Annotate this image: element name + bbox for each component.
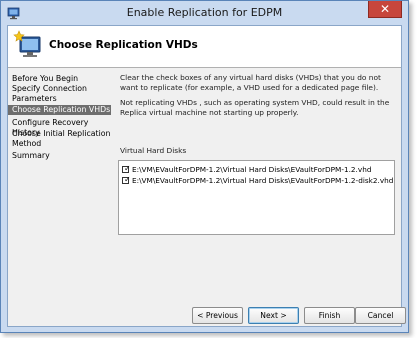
vhd-checkbox[interactable]: ✓ (122, 174, 131, 184)
finish-button[interactable]: Finish (304, 307, 355, 324)
checkmark-icon: ✓ (124, 163, 131, 173)
vhd-list: ✓ E:\VM\EVaultForDPM-1.2\Virtual Hard Di… (118, 160, 395, 235)
vhd-list-label: Virtual Hard Disks (120, 146, 187, 155)
wizard-steps-sidebar: Before You Begin Specify Connection Para… (8, 68, 111, 326)
next-button[interactable]: Next > (248, 307, 299, 324)
vhd-list-item[interactable]: ✓ E:\VM\EVaultForDPM-1.2\Virtual Hard Di… (122, 175, 393, 185)
sidebar-item-choose-replication-vhds[interactable]: Choose Replication VHDs (8, 105, 111, 115)
warning-text: Not replicating VHDs , such as operating… (120, 98, 390, 117)
main-content: Clear the check boxes of any virtual har… (118, 68, 401, 283)
close-icon: ✕ (379, 2, 391, 16)
cancel-button[interactable]: Cancel (355, 307, 406, 324)
sidebar-item-specify-connection-parameters[interactable]: Specify Connection Parameters (8, 84, 111, 104)
window-title: Enable Replication for EDPM (126, 6, 283, 19)
title-bar[interactable]: Enable Replication for EDPM ✕ (1, 1, 408, 25)
wizard-client-area: Choose Replication VHDs Before You Begin… (7, 25, 406, 327)
close-button[interactable]: ✕ (368, 1, 402, 18)
vhd-list-item[interactable]: ✓ E:\VM\EVaultForDPM-1.2\Virtual Hard Di… (122, 164, 371, 174)
vhd-path: E:\VM\EVaultForDPM-1.2\Virtual Hard Disk… (132, 164, 372, 174)
vhd-path: E:\VM\EVaultForDPM-1.2\Virtual Hard Disk… (132, 175, 394, 185)
wizard-header: Choose Replication VHDs (8, 26, 401, 68)
sidebar-item-before-you-begin[interactable]: Before You Begin (8, 74, 111, 84)
wizard-button-bar: < Previous Next > Finish Cancel (111, 302, 406, 326)
sidebar-item-summary[interactable]: Summary (8, 151, 111, 161)
instruction-text: Clear the check boxes of any virtual har… (120, 73, 381, 92)
sidebar-item-choose-initial-replication-method[interactable]: Choose Initial Replication Method (8, 129, 111, 149)
checkmark-icon: ✓ (124, 174, 131, 184)
vhd-checkbox[interactable]: ✓ (122, 163, 131, 173)
wizard-window: Enable Replication for EDPM ✕ Choose Rep… (0, 0, 409, 333)
page-title: Choose Replication VHDs (49, 39, 198, 51)
previous-button[interactable]: < Previous (192, 307, 243, 324)
replication-wizard-icon (13, 30, 41, 57)
